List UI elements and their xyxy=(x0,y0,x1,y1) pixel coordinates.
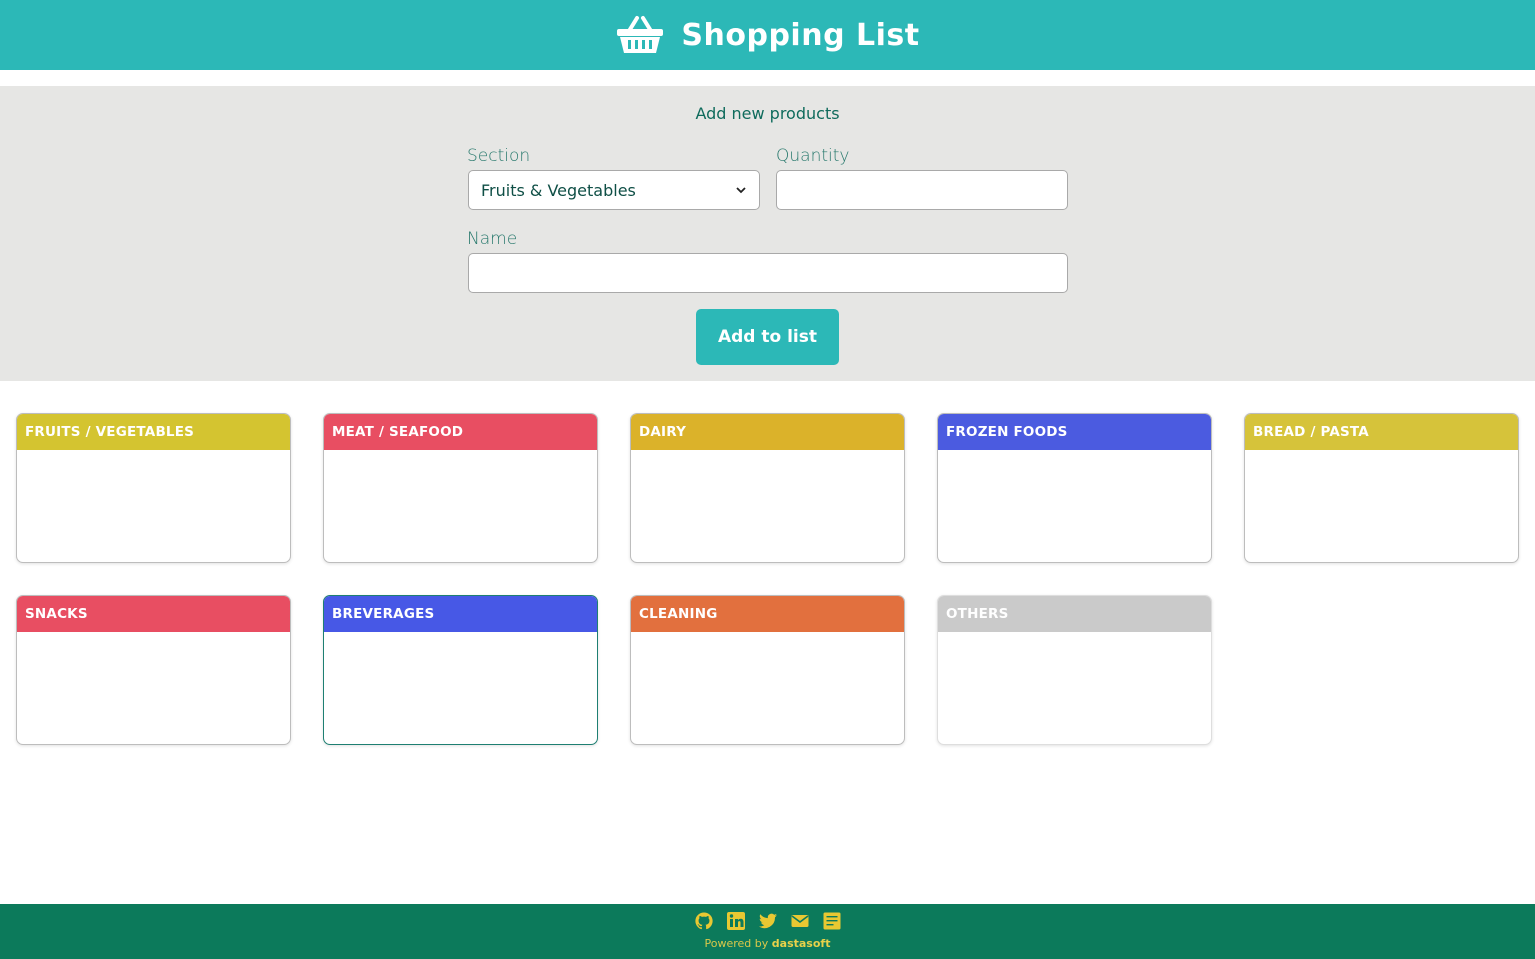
cv-icon[interactable] xyxy=(822,911,842,931)
section-card-others: OTHERS xyxy=(937,595,1212,745)
social-links xyxy=(0,911,1535,931)
section-card-header: FROZEN FOODS xyxy=(938,414,1211,450)
section-card-fruits-vegetables: FRUITS / VEGETABLES xyxy=(16,413,291,563)
section-card-header: FRUITS / VEGETABLES xyxy=(17,414,290,450)
section-card-meat-seafood: MEAT / SEAFOOD xyxy=(323,413,598,563)
section-card-header: BREAD / PASTA xyxy=(1245,414,1518,450)
section-card-header: MEAT / SEAFOOD xyxy=(324,414,597,450)
chevron-down-icon xyxy=(736,187,746,194)
section-card-frozen-foods: FROZEN FOODS xyxy=(937,413,1212,563)
section-card-header: DAIRY xyxy=(631,414,904,450)
app-title: Shopping List xyxy=(681,17,920,53)
section-select-value: Fruits & Vegetables xyxy=(481,180,636,200)
mail-icon[interactable] xyxy=(790,911,810,931)
section-card-header: SNACKS xyxy=(17,596,290,632)
section-select[interactable]: Fruits & Vegetables xyxy=(468,170,760,210)
powered-by: Powered by dastasoft xyxy=(0,937,1535,950)
section-card-breverages: BREVERAGES xyxy=(323,595,598,745)
add-to-list-button[interactable]: Add to list xyxy=(696,309,839,365)
page-footer: Powered by dastasoft xyxy=(0,904,1535,959)
linkedin-icon[interactable] xyxy=(726,911,746,931)
quantity-label: Quantity xyxy=(776,146,850,166)
app-header: Shopping List xyxy=(0,0,1535,70)
name-label: Name xyxy=(467,229,518,249)
powered-brand-link[interactable]: dastasoft xyxy=(772,937,831,950)
powered-prefix: Powered by xyxy=(704,937,769,950)
section-card-header: OTHERS xyxy=(938,596,1211,632)
form-title: Add new products xyxy=(695,104,840,123)
section-card-header: BREVERAGES xyxy=(324,596,597,632)
basket-icon xyxy=(617,16,664,53)
name-input[interactable] xyxy=(468,253,1068,293)
section-card-snacks: SNACKS xyxy=(16,595,291,745)
section-card-dairy: DAIRY xyxy=(630,413,905,563)
section-card-header: CLEANING xyxy=(631,596,904,632)
github-icon[interactable] xyxy=(694,911,714,931)
twitter-icon[interactable] xyxy=(758,911,778,931)
add-product-form: Add new products Section Fruits & Vegeta… xyxy=(0,86,1535,381)
quantity-input[interactable] xyxy=(776,170,1068,210)
section-card-bread-pasta: BREAD / PASTA xyxy=(1244,413,1519,563)
section-card-cleaning: CLEANING xyxy=(630,595,905,745)
section-label: Section xyxy=(467,146,531,166)
